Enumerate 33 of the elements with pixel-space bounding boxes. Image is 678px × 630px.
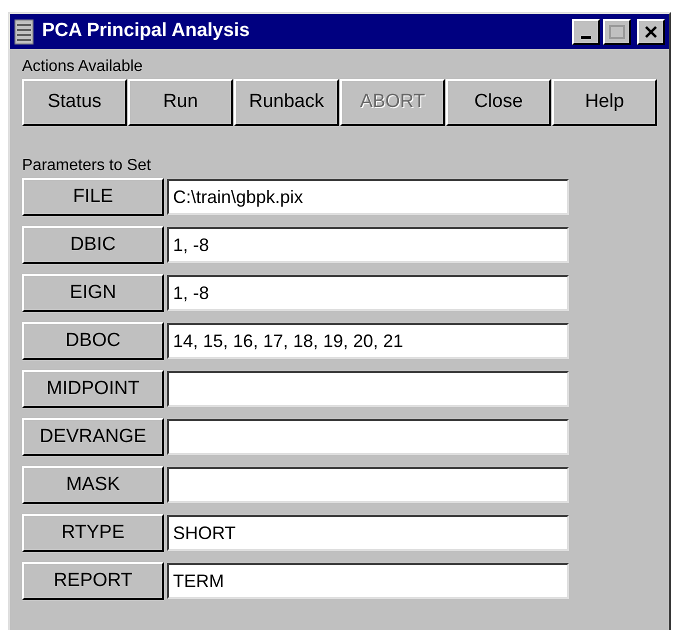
maximize-button[interactable] [603,18,631,44]
parameter-button[interactable]: REPORT [22,562,164,600]
action-button[interactable]: Help [552,79,657,126]
parameter-field[interactable]: SHORT [167,515,569,551]
parameter-field[interactable] [167,371,569,407]
parameter-field[interactable] [167,467,569,503]
parameter-button[interactable]: MIDPOINT [22,370,164,408]
parameter-field[interactable]: 1, -8 [167,227,569,263]
minimize-icon [581,36,591,38]
parameter-button[interactable]: DBOC [22,322,164,360]
parameter-button[interactable]: DBIC [22,226,164,264]
parameter-field[interactable]: C:\train\gbpk.pix [167,179,569,215]
action-button[interactable]: Close [446,79,551,126]
app-icon [14,18,34,44]
parameter-button[interactable]: EIGN [22,274,164,312]
parameter-field[interactable]: 1, -8 [167,275,569,311]
window-title: PCA Principal Analysis [42,19,251,44]
section-label: Parameters to Set [22,156,152,176]
parameter-field[interactable]: 14, 15, 16, 17, 18, 19, 20, 21 [167,323,569,359]
section-label: Actions Available [22,57,144,77]
parameter-button[interactable]: RTYPE [22,514,164,552]
close-icon [644,24,658,38]
action-button[interactable]: Runback [234,79,339,126]
parameter-button[interactable]: DEVRANGE [22,418,164,456]
parameter-field[interactable]: TERM [167,563,569,599]
maximize-icon [609,24,625,38]
parameter-button[interactable]: FILE [22,178,164,216]
action-button[interactable]: Status [22,79,127,126]
close-button[interactable] [637,18,665,44]
minimize-button[interactable] [572,18,600,44]
parameter-button[interactable]: MASK [22,466,164,504]
action-button[interactable]: Run [128,79,233,126]
parameter-field[interactable] [167,419,569,455]
